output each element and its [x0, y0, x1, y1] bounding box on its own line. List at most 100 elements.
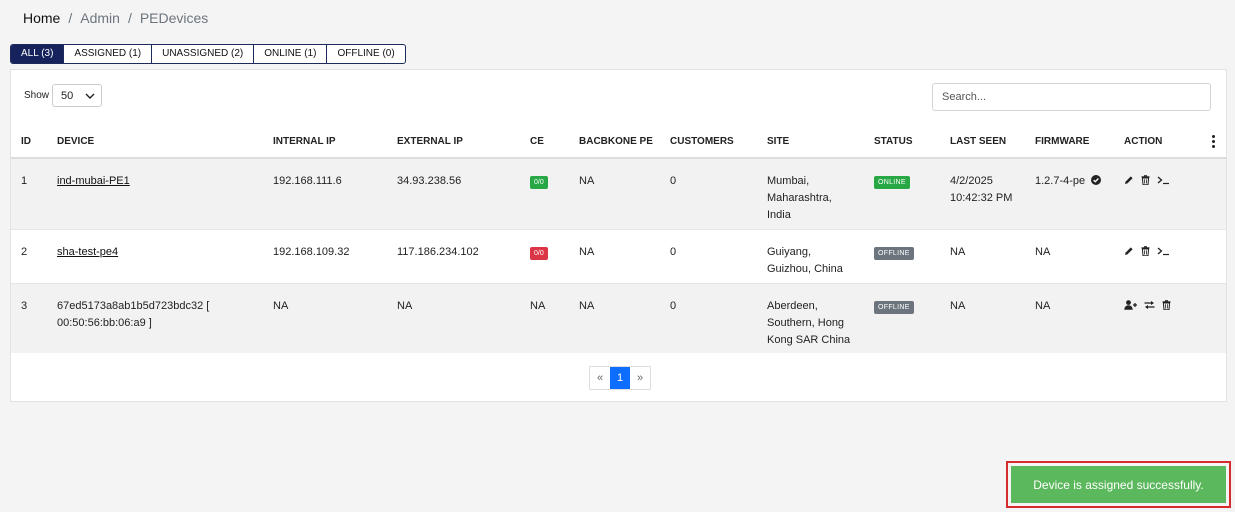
ce-badge: 0/0: [530, 176, 548, 189]
terminal-icon[interactable]: [1157, 246, 1170, 256]
firmware-version: 1.2.7-4-pe: [1035, 175, 1086, 187]
site-line: Maharashtra,: [767, 192, 832, 204]
breadcrumb-admin-link[interactable]: Admin: [80, 10, 120, 26]
site-line: Kong SAR China: [767, 333, 851, 346]
site-line: Guizhou, China: [767, 262, 843, 275]
site-line: India: [767, 209, 791, 221]
filter-tabs: ALL (3) ASSIGNED (1) UNASSIGNED (2) ONLI…: [10, 44, 406, 64]
breadcrumb: Home / Admin / PEDevices: [23, 10, 208, 26]
col-last-seen[interactable]: LAST SEEN: [940, 126, 1025, 159]
col-site[interactable]: SITE: [757, 126, 864, 159]
status-badge: ONLINE: [874, 176, 910, 189]
terminal-icon[interactable]: [1157, 175, 1170, 185]
tab-online[interactable]: ONLINE (1): [254, 45, 328, 63]
cell-customers: 0: [660, 158, 757, 229]
cell-firmware: NA: [1025, 282, 1114, 353]
breadcrumb-current: PEDevices: [139, 10, 209, 26]
pagination-page-current[interactable]: 1: [610, 367, 630, 389]
site-line: Guiyang,: [767, 245, 812, 258]
show-label: Show: [24, 90, 50, 101]
cell-customers: 0: [660, 228, 757, 283]
col-internal-ip[interactable]: INTERNAL IP: [263, 126, 387, 159]
cell-site: Mumbai, Maharashtra, India: [757, 158, 864, 229]
toast-notification: Device is assigned successfully.: [1006, 461, 1231, 508]
cell-ce: 0/0: [520, 228, 569, 283]
col-customers[interactable]: CUSTOMERS: [660, 126, 757, 159]
col-status[interactable]: STATUS: [864, 126, 940, 159]
cell-ce: 0/0: [520, 158, 569, 229]
trash-icon[interactable]: [1141, 245, 1150, 256]
last-seen-date: 4/2/2025: [950, 175, 993, 187]
cell-ce: NA: [520, 282, 569, 353]
breadcrumb-home-link[interactable]: Home: [23, 10, 60, 26]
device-link[interactable]: sha-test-pe4: [57, 246, 118, 258]
cell-status: ONLINE: [864, 158, 940, 229]
col-ce[interactable]: CE: [520, 126, 569, 159]
search-input[interactable]: [932, 83, 1211, 111]
cell-last-seen: 4/2/2025 10:42:32 PM: [940, 158, 1025, 229]
col-external-ip[interactable]: EXTERNAL IP: [387, 126, 520, 159]
cell-action: [1114, 228, 1226, 283]
devices-card: Show 50 ID DEVICE INTERNAL IP EXTERNAL I…: [10, 69, 1227, 402]
status-badge: OFFLINE: [874, 246, 914, 260]
kebab-icon[interactable]: [1200, 135, 1226, 148]
cell-id: 1: [11, 158, 47, 229]
cell-internal-ip: NA: [263, 282, 387, 353]
ce-badge: 0/0: [530, 246, 548, 260]
breadcrumb-separator: /: [127, 10, 132, 26]
tab-offline[interactable]: OFFLINE (0): [327, 45, 404, 63]
last-seen-time: 10:42:32 PM: [950, 192, 1013, 204]
table-row: 1 ind-mubai-PE1 192.168.111.6 34.93.238.…: [11, 158, 1226, 229]
cell-device: ind-mubai-PE1: [47, 158, 263, 229]
edit-pencil-icon[interactable]: [1124, 246, 1134, 256]
site-line: Southern, Hong: [767, 316, 845, 329]
cell-external-ip: NA: [387, 282, 520, 353]
table-row: 2 sha-test-pe4 192.168.109.32 117.186.23…: [11, 228, 1226, 283]
page-size-control: Show 50: [24, 84, 103, 107]
cell-action: [1114, 158, 1226, 229]
cell-backbone-pe: NA: [569, 158, 660, 229]
cell-internal-ip: 192.168.111.6: [263, 158, 387, 229]
cell-id: 3: [11, 282, 47, 353]
cell-firmware: 1.2.7-4-pe: [1025, 158, 1114, 229]
pagination-prev[interactable]: «: [590, 367, 610, 389]
page-size-select[interactable]: 50: [52, 84, 103, 107]
table-header-row: ID DEVICE INTERNAL IP EXTERNAL IP CE BAC…: [11, 126, 1226, 159]
col-device[interactable]: DEVICE: [47, 126, 263, 159]
pagination: « 1 »: [589, 366, 651, 390]
col-backbone-pe[interactable]: BACBKONE PE: [569, 126, 660, 159]
devices-table: ID DEVICE INTERNAL IP EXTERNAL IP CE BAC…: [11, 126, 1226, 353]
device-link[interactable]: ind-mubai-PE1: [57, 175, 130, 187]
cell-site: Guiyang, Guizhou, China: [757, 228, 864, 283]
cell-last-seen: NA: [940, 282, 1025, 353]
table-row: 3 67ed5173a8ab1b5d723bdc32 [ 00:50:56:bb…: [11, 282, 1226, 353]
edit-pencil-icon[interactable]: [1124, 175, 1134, 185]
chevron-down-icon: [85, 93, 95, 99]
col-firmware[interactable]: FIRMWARE: [1025, 126, 1114, 159]
tab-all[interactable]: ALL (3): [11, 45, 65, 63]
device-mac-line: 00:50:56:bb:06:a9 ]: [57, 316, 152, 329]
cell-last-seen: NA: [940, 228, 1025, 283]
cell-status: OFFLINE: [864, 282, 940, 353]
cell-internal-ip: 192.168.109.32: [263, 228, 387, 283]
cell-backbone-pe: NA: [569, 282, 660, 353]
assign-user-icon[interactable]: [1124, 299, 1137, 310]
page-size-value: 50: [61, 89, 74, 102]
breadcrumb-separator: /: [68, 10, 73, 26]
cell-backbone-pe: NA: [569, 228, 660, 283]
toast-message[interactable]: Device is assigned successfully.: [1011, 466, 1226, 503]
tab-assigned[interactable]: ASSIGNED (1): [64, 45, 153, 63]
column-menu[interactable]: [1190, 126, 1226, 159]
site-line: Aberdeen,: [767, 299, 818, 312]
cell-site: Aberdeen, Southern, Hong Kong SAR China: [757, 282, 864, 353]
swap-icon[interactable]: [1144, 300, 1155, 310]
cell-device: sha-test-pe4: [47, 228, 263, 283]
cell-id: 2: [11, 228, 47, 283]
tab-unassigned[interactable]: UNASSIGNED (2): [152, 45, 255, 63]
pagination-next[interactable]: »: [630, 367, 650, 389]
col-action: ACTION: [1114, 126, 1190, 159]
col-id[interactable]: ID: [11, 126, 47, 159]
trash-icon[interactable]: [1162, 299, 1171, 310]
device-id-line: 67ed5173a8ab1b5d723bdc32 [: [57, 299, 210, 312]
trash-icon[interactable]: [1141, 175, 1150, 185]
